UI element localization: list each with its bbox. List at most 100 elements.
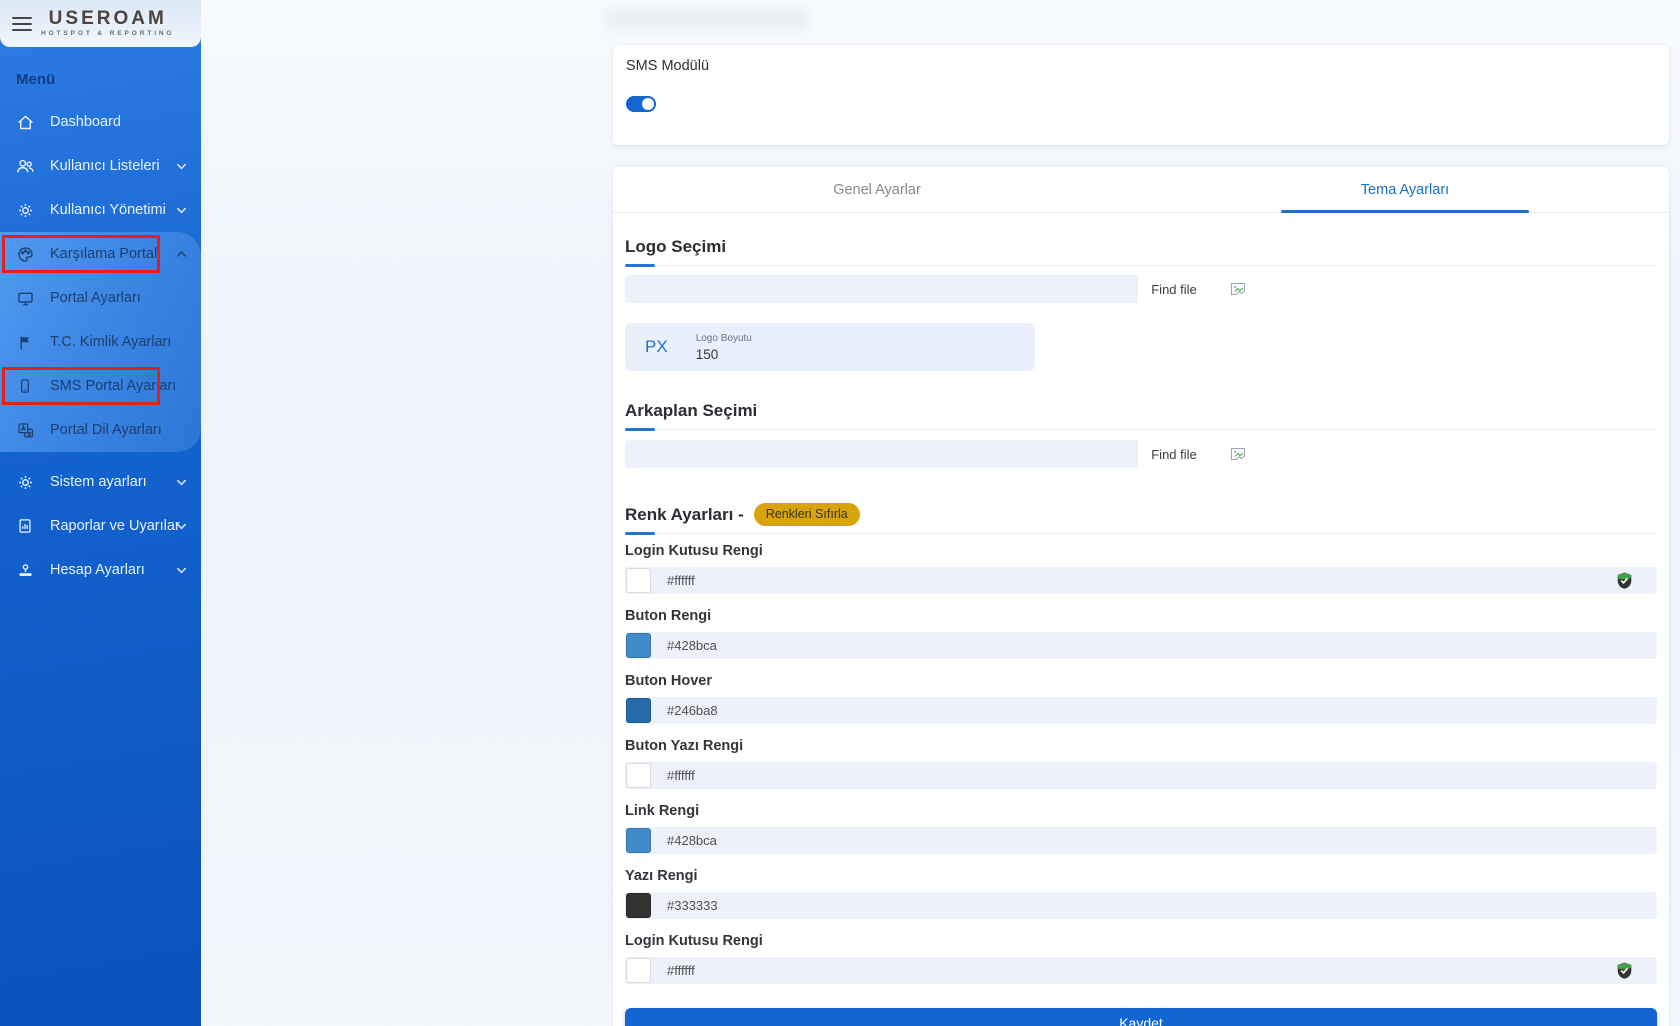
section-title-arkaplan-secimi: Arkaplan Seçimi xyxy=(625,400,1657,422)
sidebar-item-label: Karşılama Portalı xyxy=(50,246,161,262)
color-row-field: #ffffff xyxy=(625,567,1657,594)
color-hex-input[interactable]: #333333 xyxy=(667,898,718,913)
brand-name: USEROAM xyxy=(49,9,167,28)
color-hex-input[interactable]: #428bca xyxy=(667,833,717,848)
brand-logo: USEROAM HOTSPOT & REPORTING xyxy=(41,9,174,38)
tab-genel-ayarlar[interactable]: Genel Ayarlar xyxy=(613,167,1141,212)
phone-icon xyxy=(15,376,35,396)
color-row-label: Login Kutusu Rengi xyxy=(625,543,1657,560)
color-swatch[interactable] xyxy=(626,893,651,918)
sidebar-item-tc-kimlik-ayarlari[interactable]: T.C. Kimlik Ayarları xyxy=(0,320,201,364)
chevron-down-icon xyxy=(175,564,188,577)
shield-check-icon[interactable] xyxy=(1616,571,1633,590)
sidebar-item-sms-portal-ayarlari[interactable]: SMS Portal Ayarları xyxy=(0,364,201,408)
color-hex-input[interactable]: #246ba8 xyxy=(667,703,718,718)
background-file-input-group: Find file xyxy=(625,440,1210,468)
settings-card: Genel Ayarlar Tema Ayarları Logo Seçimi … xyxy=(613,167,1669,1026)
reset-colors-badge[interactable]: Renkleri Sıfırla xyxy=(754,503,860,526)
sidebar-item-kullanici-listeleri[interactable]: Kullanıcı Listeleri xyxy=(0,144,201,188)
px-unit-label: PX xyxy=(645,337,668,357)
logo-find-file-button[interactable]: Find file xyxy=(1138,275,1210,303)
sidebar-item-hesap-ayarlari[interactable]: Hesap Ayarları xyxy=(0,548,201,592)
color-row-label: Buton Rengi xyxy=(625,608,1657,625)
sidebar-title: Menü xyxy=(16,71,201,88)
save-button[interactable]: Kaydet xyxy=(625,1008,1657,1026)
tab-bar: Genel Ayarlar Tema Ayarları xyxy=(613,167,1669,213)
sms-module-label: SMS Modülü xyxy=(626,58,1656,74)
sidebar-item-raporlar-ve-uyarilar[interactable]: Raporlar ve Uyarılar xyxy=(0,504,201,548)
color-row-label: Login Kutusu Rengi xyxy=(625,933,1657,950)
logo-size-value[interactable]: 150 xyxy=(696,347,752,362)
report-icon xyxy=(15,516,35,536)
chevron-down-icon xyxy=(175,520,188,533)
sidebar-item-label: Dashboard xyxy=(50,114,121,130)
palette-icon xyxy=(15,244,35,264)
monitor-icon xyxy=(15,288,35,308)
color-swatch[interactable] xyxy=(626,763,651,788)
brand-tagline: HOTSPOT & REPORTING xyxy=(41,31,174,38)
gear-icon xyxy=(15,472,35,492)
home-icon xyxy=(15,112,35,132)
color-row-field: #ffffff xyxy=(625,762,1657,789)
logo-size-label: Logo Boyutu xyxy=(696,333,752,344)
sidebar-item-label: Kullanıcı Yönetimi xyxy=(50,202,166,218)
sidebar-item-label: Portal Dil Ayarları xyxy=(50,422,162,438)
color-row-field: #246ba8 xyxy=(625,697,1657,724)
sidebar-item-label: Raporlar ve Uyarılar xyxy=(50,518,180,534)
background-find-file-button[interactable]: Find file xyxy=(1138,440,1210,468)
color-hex-input[interactable]: #ffffff xyxy=(667,573,695,588)
sms-module-card: SMS Modülü xyxy=(613,45,1669,145)
karsilama-portali-group: Karşılama Portalı Portal Ayarları T.C. K… xyxy=(0,232,201,452)
color-row-field: #333333 xyxy=(625,892,1657,919)
color-swatch[interactable] xyxy=(626,568,651,593)
chevron-down-icon xyxy=(175,160,188,173)
logo-size-group: PX Logo Boyutu 150 xyxy=(625,323,1035,371)
chevron-up-icon xyxy=(175,248,188,261)
active-tab-underline xyxy=(1281,210,1529,214)
color-swatch[interactable] xyxy=(626,828,651,853)
color-swatch[interactable] xyxy=(626,698,651,723)
accounts-icon xyxy=(15,560,35,580)
flag-icon xyxy=(15,332,35,352)
broken-image-icon xyxy=(1230,282,1246,297)
color-row-field: #ffffff xyxy=(625,957,1657,984)
sidebar-item-sistem-ayarlari[interactable]: Sistem ayarları xyxy=(0,460,201,504)
sidebar-item-portal-dil-ayarlari[interactable]: Portal Dil Ayarları xyxy=(0,408,201,452)
broken-image-icon xyxy=(1230,447,1246,462)
color-row-field: #428bca xyxy=(625,632,1657,659)
sidebar-item-portal-ayarlari[interactable]: Portal Ayarları xyxy=(0,276,201,320)
section-title-logo-secimi: Logo Seçimi xyxy=(625,236,1657,258)
section-divider xyxy=(625,532,1657,535)
section-divider xyxy=(625,264,1657,267)
translate-icon xyxy=(15,420,35,440)
sidebar-item-label: Sistem ayarları xyxy=(50,474,147,490)
sidebar-item-karsilama-portali[interactable]: Karşılama Portalı xyxy=(0,232,201,276)
chevron-down-icon xyxy=(175,476,188,489)
tab-label: Tema Ayarları xyxy=(1361,182,1449,198)
background-file-input[interactable] xyxy=(625,440,1138,468)
logo-file-input[interactable] xyxy=(625,275,1138,303)
tab-tema-ayarlari[interactable]: Tema Ayarları xyxy=(1141,167,1669,212)
color-hex-input[interactable]: #ffffff xyxy=(667,963,695,978)
brand-band: USEROAM HOTSPOT & REPORTING xyxy=(0,0,201,47)
sidebar-item-label: Kullanıcı Listeleri xyxy=(50,158,160,174)
hamburger-menu-button[interactable] xyxy=(12,13,32,35)
logo-file-input-group: Find file xyxy=(625,275,1210,303)
sidebar-item-dashboard[interactable]: Dashboard xyxy=(0,100,201,144)
sidebar-item-label: T.C. Kimlik Ayarları xyxy=(50,334,171,350)
color-hex-input[interactable]: #ffffff xyxy=(667,768,695,783)
color-hex-input[interactable]: #428bca xyxy=(667,638,717,653)
sidebar-item-kullanici-yonetimi[interactable]: Kullanıcı Yönetimi xyxy=(0,188,201,232)
sidebar-item-label: Portal Ayarları xyxy=(50,290,141,306)
sms-module-toggle[interactable] xyxy=(626,96,656,112)
sidebar-item-label: SMS Portal Ayarları xyxy=(50,378,176,394)
sidebar: USEROAM HOTSPOT & REPORTING Menü Dashboa… xyxy=(0,0,201,1026)
shield-check-icon[interactable] xyxy=(1616,961,1633,980)
chevron-down-icon xyxy=(175,204,188,217)
section-title-renk-ayarlari: Renk Ayarları - xyxy=(625,504,744,526)
sidebar-item-label: Hesap Ayarları xyxy=(50,562,145,578)
color-row-label: Buton Yazı Rengi xyxy=(625,738,1657,755)
color-swatch[interactable] xyxy=(626,958,651,983)
color-swatch[interactable] xyxy=(626,633,651,658)
color-row-label: Yazı Rengi xyxy=(625,868,1657,885)
